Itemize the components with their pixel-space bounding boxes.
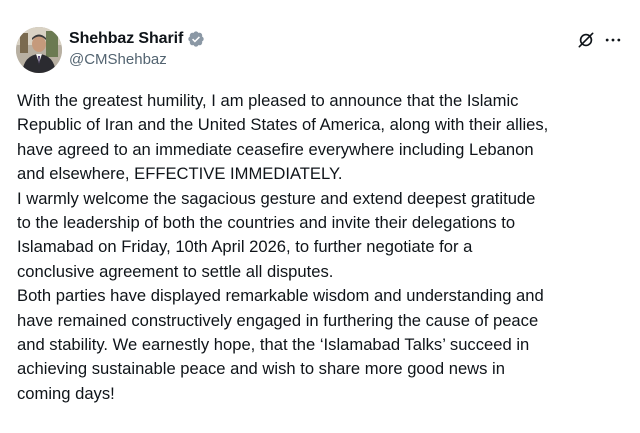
avatar[interactable]	[16, 27, 62, 73]
tweet-paragraph: Both parties have displayed remarkable w…	[17, 286, 544, 403]
verified-badge-icon	[187, 30, 205, 48]
grok-slash-icon[interactable]	[574, 28, 598, 52]
author-name-row: Shehbaz Sharif	[69, 28, 205, 50]
tweet-card: Shehbaz Sharif @CMShehbaz With the great…	[0, 0, 640, 433]
author-display-name[interactable]: Shehbaz Sharif	[69, 30, 183, 48]
tweet-text: With the greatest humility, I am pleased…	[17, 89, 629, 406]
more-horizontal-icon[interactable]	[601, 28, 625, 52]
author-handle[interactable]: @CMShehbaz	[69, 51, 167, 68]
tweet-paragraph: With the greatest humility, I am pleased…	[17, 91, 549, 184]
avatar-image	[16, 27, 62, 73]
tweet-paragraph: I warmly welcome the sagacious gesture a…	[17, 188, 536, 281]
